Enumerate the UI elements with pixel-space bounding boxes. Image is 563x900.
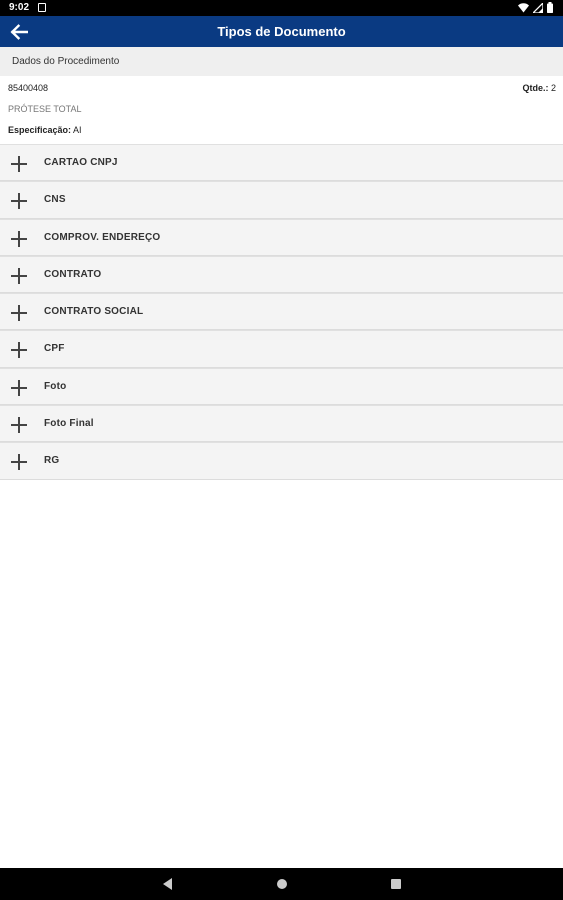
document-item-cartao-cnpj[interactable]: CARTAO CNPJ: [0, 144, 563, 182]
status-icons: [518, 2, 553, 13]
specification-value: AI: [73, 125, 82, 135]
plus-icon: [11, 417, 27, 434]
document-item-cpf[interactable]: CPF: [0, 330, 563, 368]
document-label: CONTRATO SOCIAL: [44, 306, 144, 318]
document-label: COMPROV. ENDEREÇO: [44, 231, 161, 243]
document-label: Foto: [44, 380, 67, 392]
document-label: CONTRATO: [44, 268, 102, 280]
plus-icon: [11, 342, 27, 359]
nav-back-icon[interactable]: [160, 876, 176, 892]
plus-icon: [11, 267, 27, 284]
document-label: RG: [44, 455, 60, 467]
plus-icon: [11, 230, 27, 247]
document-label: Foto Final: [44, 418, 94, 430]
procedure-specification: Especificação: AI: [8, 125, 82, 135]
nav-recent-apps-icon[interactable]: [388, 876, 404, 892]
document-item-foto[interactable]: Foto: [0, 367, 563, 406]
nav-home-icon[interactable]: [274, 876, 290, 892]
procedure-name: PRÓTESE TOTAL: [8, 104, 82, 114]
signal-icon: [533, 2, 543, 13]
section-title: Dados do Procedimento: [12, 56, 120, 67]
document-item-comprov-endereco[interactable]: COMPROV. ENDEREÇO: [0, 218, 563, 256]
quantity-value: 2: [550, 83, 556, 93]
notification-icon: [38, 3, 46, 12]
page-title: Tipos de Documento: [217, 24, 346, 39]
document-label: CPF: [44, 343, 65, 355]
app-bar: Tipos de Documento: [0, 16, 563, 47]
plus-icon: [11, 379, 27, 396]
battery-icon: [547, 2, 553, 13]
section-header: Dados do Procedimento: [0, 47, 563, 76]
plus-icon: [11, 305, 27, 322]
document-item-foto-final[interactable]: Foto Final: [0, 405, 563, 443]
specification-label: Especificação:: [8, 125, 72, 135]
document-type-list: CARTAO CNPJ CNS COMPROV. ENDEREÇO CONTRA…: [0, 144, 563, 480]
plus-icon: [11, 193, 27, 210]
status-bar: 9:02: [0, 0, 563, 16]
document-item-contrato[interactable]: CONTRATO: [0, 255, 563, 294]
procedure-quantity: Qtde.: 2: [522, 83, 556, 93]
plus-icon: [11, 156, 27, 172]
wifi-icon: [518, 2, 529, 12]
quantity-label: Qtde.:: [522, 83, 549, 93]
document-item-contrato-social[interactable]: CONTRATO SOCIAL: [0, 293, 563, 331]
plus-icon: [11, 454, 27, 471]
document-item-rg[interactable]: RG: [0, 442, 563, 480]
document-label: CNS: [44, 194, 66, 206]
navigation-bar: [0, 868, 563, 900]
status-time: 9:02: [9, 2, 30, 13]
procedure-details: 85400408 Qtde.: 2 PRÓTESE TOTAL Especifi…: [0, 76, 563, 144]
document-label: CARTAO CNPJ: [44, 157, 118, 168]
document-item-cns[interactable]: CNS: [0, 181, 563, 219]
procedure-code: 85400408: [8, 83, 49, 93]
